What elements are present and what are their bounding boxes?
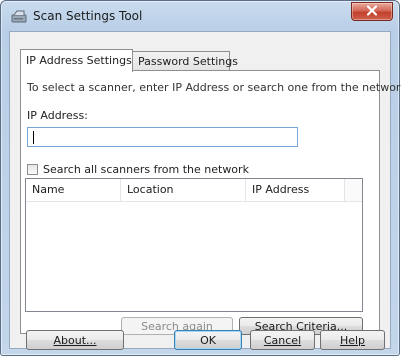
search-all-label[interactable]: Search all scanners from the network (43, 163, 249, 176)
text-caret (33, 131, 34, 144)
column-header-location[interactable]: Location (121, 179, 246, 201)
about-button-label: About... (53, 333, 97, 347)
close-button[interactable] (351, 2, 393, 21)
ip-address-label: IP Address: (27, 109, 88, 122)
title-bar[interactable]: Scan Settings Tool (1, 1, 399, 31)
column-header-label: IP Address (252, 183, 310, 196)
search-all-row[interactable]: Search all scanners from the network (27, 163, 249, 176)
ip-address-input[interactable] (27, 127, 298, 147)
instructions-text: To select a scanner, enter IP Address or… (27, 81, 401, 94)
cancel-button[interactable]: Cancel (250, 330, 315, 350)
cancel-button-label: Cancel (263, 333, 302, 347)
column-header-label: Name (32, 183, 65, 196)
tab-ip-address-settings[interactable]: IP Address Settings (20, 49, 133, 72)
ok-button[interactable]: OK (174, 330, 242, 350)
help-button[interactable]: Help (320, 330, 385, 350)
scanner-icon (11, 10, 27, 23)
dialog-client-area: IP Address Settings Password Settings To… (9, 31, 401, 350)
tab-password-settings[interactable]: Password Settings (132, 51, 238, 71)
column-header-ip-address[interactable]: IP Address (246, 179, 346, 201)
help-button-label: Help (339, 333, 366, 347)
scanner-results-list[interactable]: Name Location IP Address (25, 178, 363, 312)
header-scroll-cell (344, 179, 362, 201)
dialog-window: Scan Settings Tool IP Address Settings P… (0, 0, 401, 356)
ip-settings-panel: To select a scanner, enter IP Address or… (20, 70, 401, 335)
about-button[interactable]: About... (26, 330, 124, 350)
column-header-label: Location (127, 183, 174, 196)
window-title: Scan Settings Tool (33, 9, 143, 23)
list-header: Name Location IP Address (26, 179, 362, 202)
tab-label: IP Address Settings (26, 54, 132, 67)
search-all-checkbox[interactable] (27, 164, 38, 175)
close-x-icon (366, 4, 378, 19)
column-header-name[interactable]: Name (26, 179, 121, 201)
tab-label: Password Settings (138, 55, 238, 68)
